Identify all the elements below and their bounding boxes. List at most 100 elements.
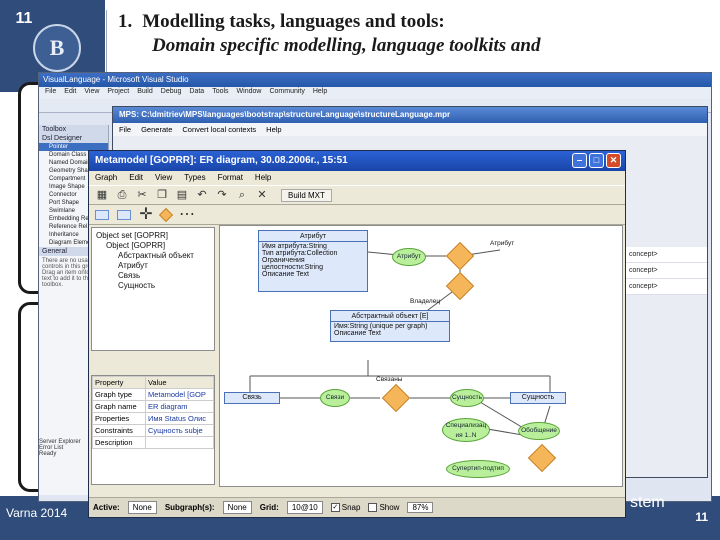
role-tool-icon[interactable]: ⋯ bbox=[179, 206, 195, 222]
paste-icon[interactable]: ▤ bbox=[175, 188, 189, 202]
status-active-label: Active: bbox=[93, 503, 120, 512]
tree-item[interactable]: Сущность bbox=[96, 280, 210, 290]
zoom-select[interactable]: 87% bbox=[407, 502, 434, 513]
close-icon[interactable]: ✕ bbox=[606, 153, 621, 168]
print-icon[interactable]: ⎙ bbox=[115, 188, 129, 202]
role-label: Владелец bbox=[410, 298, 441, 305]
role-ellipse[interactable]: Связи bbox=[320, 389, 350, 407]
title-main: Modelling tasks, languages and tools: bbox=[142, 11, 445, 32]
pointer-icon[interactable]: ✛ bbox=[139, 206, 153, 222]
prop-name: Graph name bbox=[92, 400, 146, 413]
tree-item[interactable]: Object [GOPRR] bbox=[96, 240, 210, 250]
status-grid-value: 10@10 bbox=[286, 501, 323, 514]
role-ellipse[interactable]: Атрибут bbox=[392, 248, 426, 266]
prop-value[interactable]: Сущность subje bbox=[144, 424, 215, 437]
toolbox-group-dsl[interactable]: Dsl Designer bbox=[39, 134, 108, 143]
table-row[interactable]: Properties Имя Status Олис bbox=[92, 412, 215, 425]
metaedit-title-bar[interactable]: Metamodel [GOPRR]: ER diagram, 30.08.200… bbox=[89, 151, 625, 171]
entity-attribute[interactable]: Атрибут Имя атрибута:String Тип атрибута… bbox=[258, 230, 368, 292]
relationship-tool-icon[interactable] bbox=[158, 207, 174, 222]
prop-name: Properties bbox=[92, 412, 146, 425]
mps-menu-generate[interactable]: Generate bbox=[141, 125, 172, 134]
status-subgraph-value: None bbox=[222, 501, 252, 514]
diagram-canvas[interactable]: Атрибут Имя атрибута:String Тип атрибута… bbox=[219, 225, 623, 487]
list-item[interactable]: concept> bbox=[623, 247, 707, 263]
table-row[interactable]: Constraints Сущность subje bbox=[92, 424, 215, 437]
title-divider bbox=[106, 10, 107, 80]
tree-root[interactable]: Object set [GOPRR] bbox=[96, 230, 210, 240]
prop-name: Description bbox=[92, 436, 146, 449]
vs-menu-build[interactable]: Build bbox=[137, 88, 153, 98]
role-ellipse[interactable]: Обобщение bbox=[518, 422, 560, 440]
table-row[interactable]: Description bbox=[92, 436, 215, 449]
menu-help[interactable]: Help bbox=[255, 173, 271, 183]
entity-field: Ограничения целостности:String bbox=[262, 257, 323, 271]
status-subgraph-label: Subgraph(s): bbox=[164, 503, 215, 512]
mps-menu-file[interactable]: File bbox=[119, 125, 131, 134]
vs-menu-edit[interactable]: Edit bbox=[64, 88, 76, 98]
minimize-icon[interactable]: ‒ bbox=[572, 153, 587, 168]
prop-name: Graph type bbox=[92, 388, 146, 401]
prop-value[interactable] bbox=[144, 436, 215, 449]
vs-title-bar[interactable]: VisualLanguage - Microsoft Visual Studio bbox=[39, 73, 711, 87]
prop-value[interactable]: Имя Status Олис bbox=[144, 412, 215, 425]
entity-field: Описание Text bbox=[334, 330, 381, 337]
show-checkbox[interactable]: Show bbox=[368, 503, 399, 513]
role-ellipse[interactable]: Супертип-подтип bbox=[446, 460, 510, 478]
entity-field: Тип атрибута:Collection bbox=[262, 250, 338, 257]
vs-menu-window[interactable]: Window bbox=[237, 88, 262, 98]
vs-menu-debug[interactable]: Debug bbox=[161, 88, 182, 98]
copy-icon[interactable]: ❐ bbox=[155, 188, 169, 202]
vs-menu-file[interactable]: File bbox=[45, 88, 56, 98]
build-mxt-button[interactable]: Build MXT bbox=[281, 188, 332, 202]
zoom-icon[interactable]: ⌕ bbox=[235, 188, 249, 202]
entity-abstract-object[interactable]: Абстрактный объект [E] Имя:String (uniqu… bbox=[330, 310, 450, 342]
slide-number: 11 bbox=[15, 10, 33, 27]
vs-menu-data[interactable]: Data bbox=[189, 88, 204, 98]
menu-graph[interactable]: Graph bbox=[95, 173, 117, 183]
graph-icon[interactable]: ▦ bbox=[95, 188, 109, 202]
mps-menu-convert[interactable]: Convert local contexts bbox=[182, 125, 256, 134]
snap-checkbox[interactable]: ✓ Snap bbox=[330, 502, 361, 513]
mps-title-bar[interactable]: MPS: C:\dmitriev\MPS\languages\bootstrap… bbox=[113, 107, 707, 123]
role-ellipse[interactable]: Сущность bbox=[450, 389, 484, 407]
metaedit-status-bar: Active: None Subgraph(s): None Grid: 10@… bbox=[89, 497, 625, 517]
prop-name: Constraints bbox=[92, 424, 146, 437]
vs-menu-community[interactable]: Community bbox=[269, 88, 304, 98]
cut-icon[interactable]: ✂ bbox=[135, 188, 149, 202]
list-item[interactable]: concept> bbox=[623, 263, 707, 279]
tree-item[interactable]: Атрибут bbox=[96, 260, 210, 270]
metaedit-title: Metamodel [GOPRR]: ER diagram, 30.08.200… bbox=[95, 155, 348, 166]
table-row[interactable]: Graph name ER diagram bbox=[92, 400, 215, 413]
prop-value[interactable]: Metamodel [GOP bbox=[144, 388, 215, 401]
object-tool-icon[interactable] bbox=[117, 209, 131, 220]
menu-format[interactable]: Format bbox=[218, 173, 243, 183]
menu-types[interactable]: Types bbox=[184, 173, 205, 183]
entity-box[interactable]: Сущность bbox=[510, 392, 566, 404]
vs-menu-view[interactable]: View bbox=[84, 88, 99, 98]
menu-edit[interactable]: Edit bbox=[129, 173, 143, 183]
vs-menu-project[interactable]: Project bbox=[107, 88, 129, 98]
entity-title: Атрибут bbox=[259, 232, 367, 242]
vs-menu-help[interactable]: Help bbox=[313, 88, 327, 98]
mps-menu-bar: File Generate Convert local contexts Hel… bbox=[113, 123, 707, 136]
footer-page-number: 11 bbox=[695, 510, 708, 524]
list-item[interactable]: concept> bbox=[623, 279, 707, 295]
undo-icon[interactable]: ↶ bbox=[195, 188, 209, 202]
snap-label: Snap bbox=[341, 502, 361, 512]
entity-link-box[interactable]: Связь bbox=[224, 392, 280, 404]
role-label: Связаны bbox=[376, 376, 403, 383]
redo-icon[interactable]: ↷ bbox=[215, 188, 229, 202]
role-ellipse[interactable]: Специализац ия 1..N bbox=[442, 418, 490, 442]
table-row[interactable]: Graph type Metamodel [GOP bbox=[92, 388, 215, 401]
mps-menu-help[interactable]: Help bbox=[266, 125, 281, 134]
title-number: 1. bbox=[118, 11, 133, 32]
prop-value[interactable]: ER diagram bbox=[144, 400, 215, 413]
delete-icon[interactable]: ✕ bbox=[255, 188, 269, 202]
tree-item[interactable]: Связь bbox=[96, 270, 210, 280]
maximize-icon[interactable]: □ bbox=[589, 153, 604, 168]
tree-item[interactable]: Абстрактный объект bbox=[96, 250, 210, 260]
vs-menu-tools[interactable]: Tools bbox=[212, 88, 228, 98]
object-tool-icon[interactable] bbox=[95, 209, 109, 220]
menu-view[interactable]: View bbox=[155, 173, 172, 183]
